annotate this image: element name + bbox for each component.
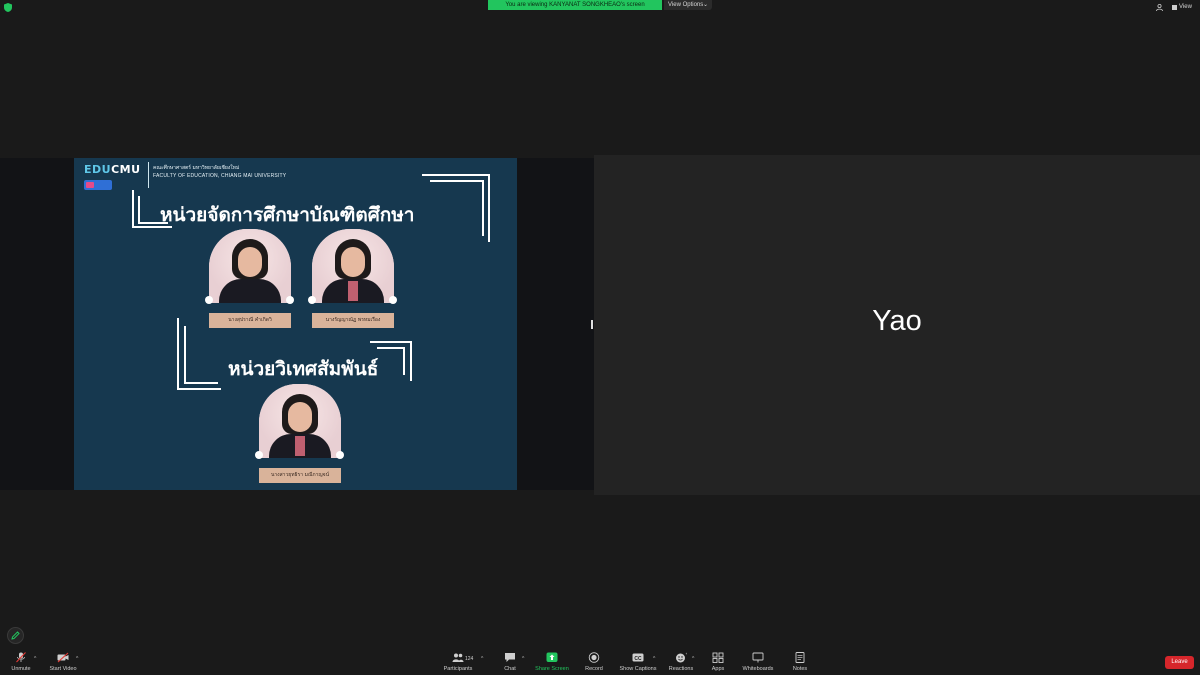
mouse-cursor bbox=[591, 320, 593, 329]
person-name-label: นางสาวยุทธิรา มณีกาญจน์ bbox=[259, 468, 341, 483]
share-screen-button[interactable]: Share Screen bbox=[533, 652, 571, 674]
faculty-name-thai: คณะศึกษาศาสตร์ มหาวิทยาลัยเชียงใหม่ bbox=[153, 165, 240, 171]
bracket-decoration bbox=[377, 347, 405, 375]
unmute-label: Unmute bbox=[11, 666, 31, 672]
faculty-name-english: FACULTY OF EDUCATION, CHIANG MAI UNIVERS… bbox=[153, 173, 287, 179]
bracket-decoration bbox=[184, 326, 218, 384]
record-button[interactable]: Record bbox=[582, 652, 606, 674]
apps-button[interactable]: Apps bbox=[709, 652, 727, 674]
share-screen-label: Share Screen bbox=[535, 666, 569, 672]
pencil-icon bbox=[11, 631, 20, 640]
whiteboard-icon bbox=[752, 652, 764, 663]
participant-video-tile[interactable]: Yao bbox=[594, 155, 1200, 495]
person-photo bbox=[209, 229, 291, 303]
start-video-button[interactable]: Start Video bbox=[48, 652, 78, 674]
grid-icon bbox=[1172, 5, 1177, 10]
annotate-button[interactable] bbox=[7, 627, 24, 644]
slide-heading-graduate: หน่วยจัดการศึกษาบัณฑิตศึกษา bbox=[160, 204, 415, 226]
video-options-caret[interactable]: ^ bbox=[76, 656, 78, 662]
participants-options-caret[interactable]: ^ bbox=[481, 656, 483, 662]
slide-heading-international: หน่วยวิเทศสัมพันธ์ bbox=[228, 358, 379, 380]
logo-edu-text: EDU bbox=[84, 163, 112, 176]
audio-options-caret[interactable]: ^ bbox=[34, 656, 36, 662]
notes-button[interactable]: Notes bbox=[790, 652, 810, 674]
logo-badge-icon bbox=[84, 180, 112, 190]
svg-text:+: + bbox=[686, 652, 688, 656]
participants-label: Participants bbox=[443, 666, 473, 672]
view-options-label: View Options bbox=[668, 2, 704, 8]
person-name-label: นางสุปราณี คำเกิดวิ bbox=[209, 313, 291, 328]
start-video-label: Start Video bbox=[49, 666, 77, 672]
decor-dot bbox=[308, 296, 316, 304]
decor-dot bbox=[389, 296, 397, 304]
person-name-label: นางรัญญาณัฏ พรหมเรือง bbox=[312, 313, 394, 328]
reactions-icon: + bbox=[676, 652, 688, 663]
notes-label: Notes bbox=[792, 666, 808, 672]
record-icon bbox=[588, 652, 600, 663]
reactions-options-caret[interactable]: ^ bbox=[692, 656, 694, 662]
view-label: View bbox=[1179, 4, 1192, 10]
chevron-down-icon: ⌄ bbox=[702, 2, 708, 8]
share-banner-text: You are viewing KANYANAT SONGKHEAO's scr… bbox=[505, 2, 645, 8]
person-photo bbox=[312, 229, 394, 303]
captions-icon: CC bbox=[632, 653, 644, 662]
chat-icon bbox=[505, 653, 515, 662]
logo-cmu-text: CMU bbox=[111, 163, 141, 176]
participant-count: 124 bbox=[465, 656, 474, 662]
apps-icon bbox=[712, 652, 724, 663]
captions-options-caret[interactable]: ^ bbox=[653, 656, 655, 662]
whiteboards-button[interactable]: Whiteboards bbox=[740, 652, 776, 674]
show-captions-label: Show Captions bbox=[619, 666, 657, 672]
edu-cmu-logo: EDU CMU bbox=[84, 163, 141, 176]
participant-name: Yao bbox=[872, 305, 922, 337]
bracket-decoration bbox=[430, 180, 484, 236]
reactions-button[interactable]: + Reactions bbox=[667, 652, 695, 674]
microphone-muted-icon bbox=[16, 652, 26, 663]
svg-text:CC: CC bbox=[634, 656, 642, 662]
participants-icon bbox=[452, 653, 464, 662]
record-label: Record bbox=[585, 666, 603, 672]
view-options-button[interactable]: View Options ⌄ bbox=[664, 0, 712, 10]
reactions-label: Reactions bbox=[668, 666, 694, 672]
decor-dot bbox=[286, 296, 294, 304]
share-screen-icon bbox=[546, 652, 558, 662]
decor-dot bbox=[336, 451, 344, 459]
logo-divider bbox=[148, 162, 149, 188]
chat-label: Chat bbox=[504, 666, 516, 672]
person-icon[interactable] bbox=[1156, 4, 1163, 11]
person-photo bbox=[259, 384, 341, 458]
chat-options-caret[interactable]: ^ bbox=[522, 656, 524, 662]
whiteboards-label: Whiteboards bbox=[742, 666, 774, 672]
notes-icon bbox=[795, 652, 805, 663]
leave-button[interactable]: Leave bbox=[1165, 656, 1194, 669]
video-off-icon bbox=[57, 652, 69, 663]
chat-button[interactable]: Chat bbox=[500, 652, 520, 674]
shield-icon[interactable] bbox=[4, 3, 12, 12]
view-button[interactable]: View bbox=[1172, 3, 1192, 12]
unmute-button[interactable]: Unmute bbox=[10, 652, 32, 674]
shared-slide: EDU CMU คณะศึกษาศาสตร์ มหาวิทยาลัยเชียงใ… bbox=[74, 158, 517, 490]
apps-label: Apps bbox=[711, 666, 725, 672]
decor-dot bbox=[255, 451, 263, 459]
screen-share-banner: You are viewing KANYANAT SONGKHEAO's scr… bbox=[488, 0, 662, 10]
decor-dot bbox=[205, 296, 213, 304]
